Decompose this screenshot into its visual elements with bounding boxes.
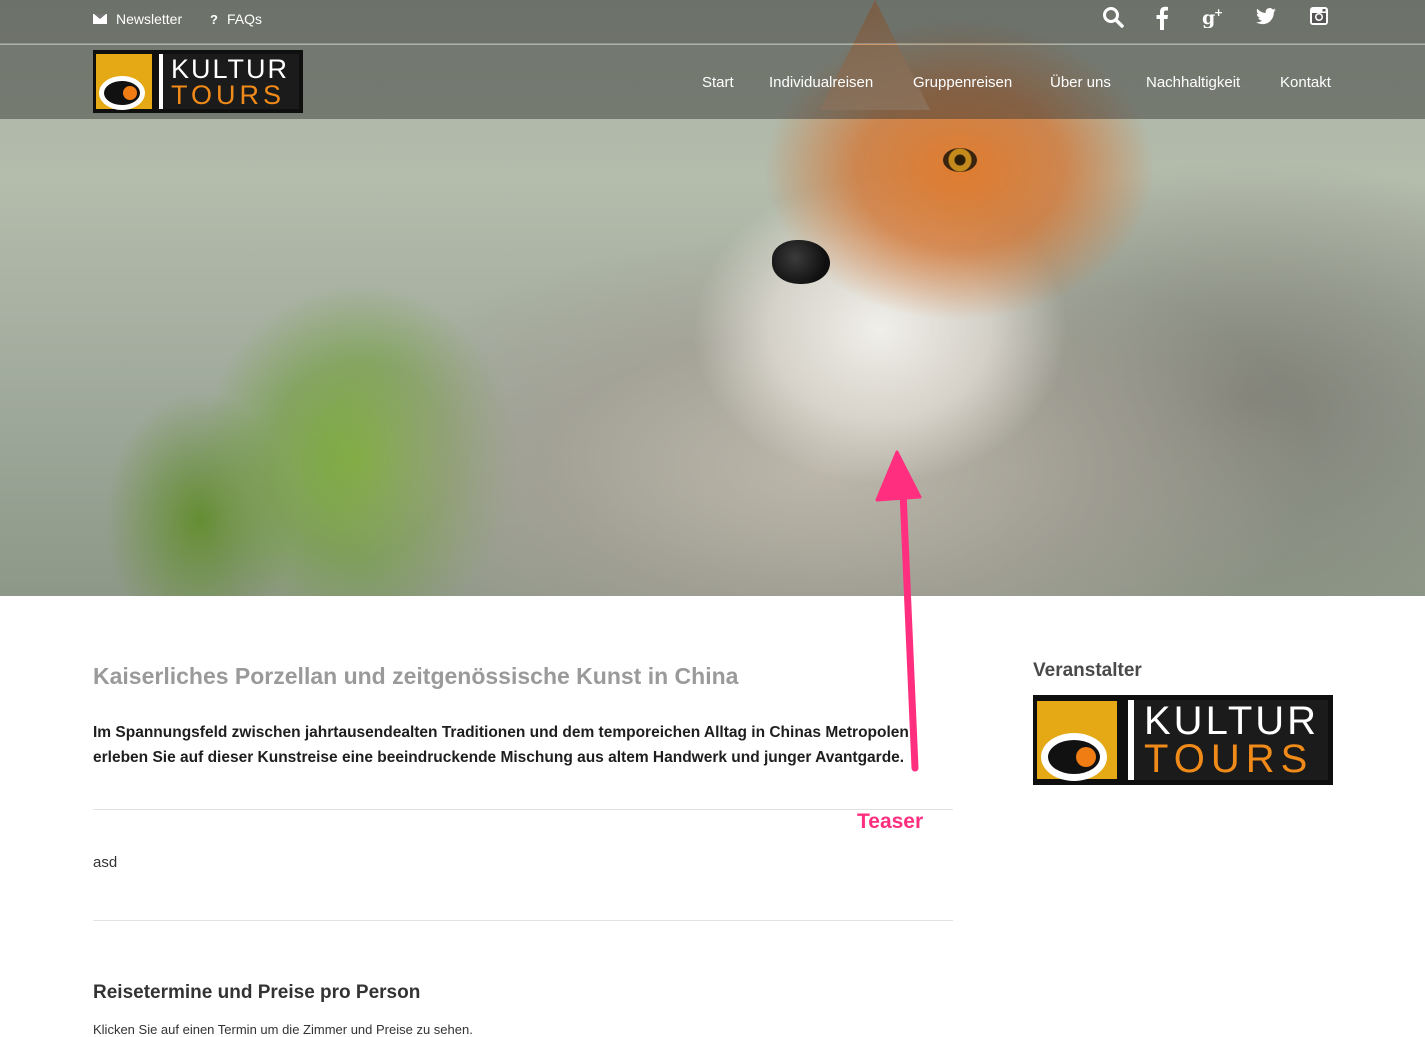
organizer-logo[interactable]: KULTUR TOURS: [1033, 695, 1333, 785]
logo-line1: KULTUR: [171, 53, 290, 84]
faqs-label: FAQs: [226, 11, 262, 27]
nav-nachhaltigkeit[interactable]: Nachhaltigkeit: [1146, 74, 1240, 91]
page-title: Kaiserliches Porzellan und zeitgenössisc…: [93, 663, 739, 689]
divider: [93, 920, 953, 921]
nav-gruppenreisen[interactable]: Gruppenreisen: [913, 74, 1012, 91]
top-bar: Newsletter ? FAQs g +: [0, 0, 1425, 44]
dates-prices-hint: Klicken Sie auf einen Termin um die Zimm…: [93, 1022, 473, 1037]
twitter-icon[interactable]: [1250, 6, 1282, 32]
facebook-icon[interactable]: [1146, 6, 1178, 36]
svg-text:+: +: [1214, 6, 1223, 19]
logo-mark-icon: [1033, 695, 1123, 785]
nav-start[interactable]: Start: [702, 74, 734, 91]
instagram-icon[interactable]: [1303, 6, 1335, 32]
nav-ueber-uns[interactable]: Über uns: [1050, 74, 1111, 91]
logo-line2: TOURS: [1144, 737, 1314, 781]
sidebar-heading: Veranstalter: [1033, 660, 1142, 681]
kultur-tours-logo[interactable]: KULTUR TOURS: [93, 50, 303, 113]
envelope-icon: [93, 14, 107, 24]
search-icon[interactable]: [1097, 6, 1129, 34]
faqs-link[interactable]: ? FAQs: [210, 11, 262, 27]
logo-mark-icon: [93, 50, 155, 113]
divider: [93, 809, 953, 810]
nav-kontakt[interactable]: Kontakt: [1280, 74, 1331, 91]
main-navigation: KULTUR TOURS Start Individualreisen Grup…: [0, 45, 1425, 119]
fox-eye: [943, 148, 977, 172]
newsletter-label: Newsletter: [116, 11, 183, 27]
logo-line2: TOURS: [171, 79, 286, 110]
question-icon: ?: [210, 11, 218, 27]
logo-line1: KULTUR: [1144, 699, 1320, 743]
teaser-annotation-label: Teaser: [857, 810, 924, 833]
body-text: asd: [93, 854, 118, 871]
teaser-text: Im Spannungsfeld zwischen jahrtausendeal…: [93, 724, 909, 766]
google-plus-icon[interactable]: g +: [1198, 6, 1230, 34]
nav-individualreisen[interactable]: Individualreisen: [769, 74, 873, 91]
dates-prices-heading: Reisetermine und Preise pro Person: [93, 982, 421, 1003]
fox-nose: [772, 240, 830, 284]
newsletter-link[interactable]: Newsletter: [93, 11, 182, 27]
